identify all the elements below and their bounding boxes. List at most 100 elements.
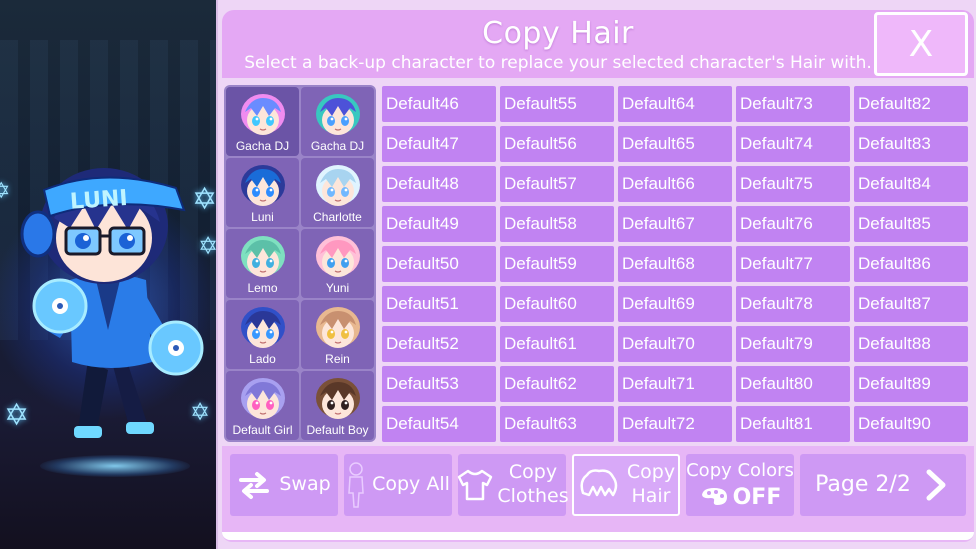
hair-preset-cell[interactable]: Default58	[500, 206, 614, 242]
hair-preset-cell[interactable]: Default90	[854, 406, 968, 442]
character-name: Luni	[251, 210, 274, 224]
character-name: Default Girl	[232, 423, 293, 437]
selected-character-luni: LUNI	[20, 168, 204, 438]
hair-preset-cell[interactable]: Default81	[736, 406, 850, 442]
hair-preset-cell[interactable]: Default53	[382, 366, 496, 402]
chevron-right-icon	[926, 469, 946, 501]
character-slot[interactable]: Default Boy	[301, 371, 374, 440]
character-name: Rein	[325, 352, 350, 366]
hair-preset-cell[interactable]: Default62	[500, 366, 614, 402]
hair-preset-cell[interactable]: Default87	[854, 286, 968, 322]
hair-preset-cell[interactable]: Default80	[736, 366, 850, 402]
character-name: Gacha DJ	[310, 139, 365, 153]
hair-preset-cell[interactable]: Default82	[854, 86, 968, 122]
character-face-icon	[240, 307, 285, 348]
panel-header: Copy Hair Select a back-up character to …	[222, 10, 974, 78]
hair-preset-cell[interactable]: Default55	[500, 86, 614, 122]
next-page-button[interactable]: Page 2/2	[800, 454, 966, 516]
hair-preset-cell[interactable]: Default83	[854, 126, 968, 162]
hair-preset-cell[interactable]: Default52	[382, 326, 496, 362]
character-name: Lemo	[247, 281, 278, 295]
hair-preset-cell[interactable]: Default54	[382, 406, 496, 442]
character-slot[interactable]: Lado	[226, 300, 299, 369]
hair-preset-cell[interactable]: Default51	[382, 286, 496, 322]
character-slot[interactable]: Gacha DJ	[301, 87, 374, 156]
hair-preset-cell[interactable]: Default49	[382, 206, 496, 242]
swap-arrows-icon	[239, 472, 270, 499]
hair-preset-cell[interactable]: Default76	[736, 206, 850, 242]
hair-preset-cell[interactable]: Default88	[854, 326, 968, 362]
hair-preset-cell[interactable]: Default50	[382, 246, 496, 282]
copy-clothes-button[interactable]: Copy Clothes	[458, 454, 569, 516]
character-face-icon	[315, 165, 360, 206]
hair-preset-cell[interactable]: Default72	[618, 406, 732, 442]
hair-preset-cell[interactable]: Default79	[736, 326, 850, 362]
hair-preset-cell[interactable]: Default71	[618, 366, 732, 402]
character-slot[interactable]: Default Girl	[226, 371, 299, 440]
page-title: Copy Hair	[482, 16, 634, 51]
character-face-icon	[240, 94, 285, 135]
character-slot[interactable]: Rein	[301, 300, 374, 369]
hair-preset-cell[interactable]: Default67	[618, 206, 732, 242]
page-subtitle: Select a back-up character to replace yo…	[244, 53, 872, 73]
hair-preset-cell[interactable]: Default86	[854, 246, 968, 282]
copy-all-button[interactable]: Copy All	[344, 454, 452, 516]
hair-preset-cell[interactable]: Default70	[618, 326, 732, 362]
hair-preset-cell[interactable]: Default59	[500, 246, 614, 282]
hair-preset-cell[interactable]: Default66	[618, 166, 732, 202]
character-slot[interactable]: Lemo	[226, 229, 299, 298]
hair-preset-cell[interactable]: Default84	[854, 166, 968, 202]
copy-all-label: Copy All	[372, 473, 450, 496]
character-name: Lado	[249, 352, 276, 366]
character-face-icon	[315, 94, 360, 135]
character-face-icon	[240, 378, 285, 419]
copy-clothes-label-line2: Clothes	[497, 485, 569, 507]
character-preview-scene: ✡ ✡ ✡ ✡ ✡ LUNI	[0, 0, 216, 549]
character-slot[interactable]: Charlotte	[301, 158, 374, 227]
character-slot[interactable]: Yuni	[301, 229, 374, 298]
panel-bottom-edge	[222, 532, 974, 540]
swap-label: Swap	[279, 473, 331, 496]
character-face-icon	[240, 236, 285, 277]
hair-preset-cell[interactable]: Default63	[500, 406, 614, 442]
hair-preset-cell[interactable]: Default65	[618, 126, 732, 162]
hair-preset-cell[interactable]: Default57	[500, 166, 614, 202]
hair-preset-cell[interactable]: Default64	[618, 86, 732, 122]
character-slot[interactable]: Gacha DJ	[226, 87, 299, 156]
hair-preset-cell[interactable]: Default73	[736, 86, 850, 122]
hair-preset-cell[interactable]: Default85	[854, 206, 968, 242]
hair-preset-cell[interactable]: Default46	[382, 86, 496, 122]
hair-preset-cell[interactable]: Default68	[618, 246, 732, 282]
hair-preset-grid: Default46 Default55 Default64 Default73 Defa…	[382, 86, 970, 442]
character-face-icon	[315, 236, 360, 277]
copy-colors-state: OFF	[732, 484, 782, 510]
copy-hair-panel: Copy Hair Select a back-up character to …	[216, 0, 976, 549]
character-slot[interactable]: Luni	[226, 158, 299, 227]
hair-preset-cell[interactable]: Default77	[736, 246, 850, 282]
hair-preset-cell[interactable]: Default61	[500, 326, 614, 362]
hair-preset-cell[interactable]: Default69	[618, 286, 732, 322]
character-face-icon	[240, 165, 285, 206]
page-indicator: Page 2/2	[815, 472, 911, 498]
character-name: Default Boy	[306, 423, 369, 437]
backup-character-list: Gacha DJ Gacha DJ Luni Charlotte Lemo Yuni Lad…	[224, 85, 376, 442]
hair-preset-cell[interactable]: Default60	[500, 286, 614, 322]
hair-preset-cell[interactable]: Default47	[382, 126, 496, 162]
hair-preset-cell[interactable]: Default75	[736, 166, 850, 202]
hair-preset-cell[interactable]: Default74	[736, 126, 850, 162]
copy-colors-toggle[interactable]: Copy Colors OFF	[686, 454, 794, 516]
hair-preset-cell[interactable]: Default89	[854, 366, 968, 402]
swap-button[interactable]: Swap	[230, 454, 338, 516]
copy-hair-label-line2: Hair	[631, 485, 671, 507]
hair-preset-cell[interactable]: Default48	[382, 166, 496, 202]
copy-hair-button[interactable]: Copy Hair	[572, 454, 680, 516]
character-name: Charlotte	[313, 210, 362, 224]
character-name: Gacha DJ	[235, 139, 290, 153]
close-icon: X	[908, 23, 934, 65]
hair-preset-cell[interactable]: Default56	[500, 126, 614, 162]
copy-clothes-label-line1: Copy	[508, 461, 558, 484]
close-button[interactable]: X	[874, 12, 968, 76]
copy-colors-label: Copy Colors	[686, 460, 794, 482]
shirt-icon	[458, 469, 493, 501]
hair-preset-cell[interactable]: Default78	[736, 286, 850, 322]
